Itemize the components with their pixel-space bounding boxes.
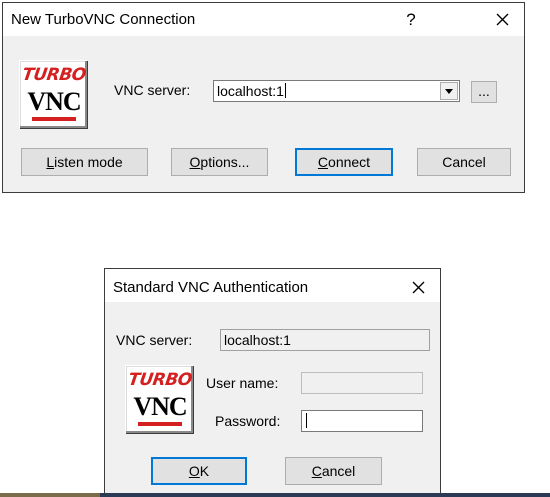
- cancel-button[interactable]: Cancel: [285, 457, 382, 485]
- connect-accel: C: [317, 154, 329, 170]
- options-accel: O: [189, 154, 201, 170]
- dropdown-button[interactable]: [440, 82, 458, 100]
- logo-text-turbo: TURBO: [126, 370, 194, 390]
- text-caret: [284, 83, 286, 98]
- browse-label: ...: [478, 83, 490, 99]
- listen-accel: L: [46, 154, 55, 170]
- dialog-title: Standard VNC Authentication: [113, 279, 309, 296]
- help-button[interactable]: ?: [388, 3, 434, 36]
- username-field[interactable]: [301, 372, 423, 394]
- password-label: Password:: [215, 413, 281, 429]
- close-icon: [496, 13, 508, 26]
- logo-underline: [138, 422, 182, 426]
- logo-text-turbo: TURBO: [20, 65, 88, 85]
- title-bar[interactable]: New TurboVNC Connection ?: [3, 3, 524, 36]
- vnc-server-value: localhost:1: [217, 83, 284, 99]
- close-button[interactable]: [395, 271, 441, 304]
- options-button[interactable]: Options...: [171, 148, 268, 176]
- vnc-server-combobox[interactable]: localhost:1: [213, 80, 460, 102]
- ok-label: K: [199, 463, 210, 479]
- listen-mode-button[interactable]: Listen mode: [21, 148, 148, 176]
- logo-text-vnc: VNC: [27, 87, 81, 116]
- vnc-server-value: localhost:1: [224, 332, 291, 348]
- logo-underline: [32, 117, 76, 121]
- options-label: ptions...: [200, 154, 250, 170]
- logo-text-vnc: VNC: [133, 392, 187, 421]
- connect-label: onnect: [328, 154, 371, 170]
- help-icon: ?: [406, 10, 416, 29]
- vnc-server-field: localhost:1: [220, 329, 430, 351]
- username-label: User name:: [206, 375, 279, 391]
- browse-button[interactable]: ...: [471, 81, 497, 103]
- title-bar[interactable]: Standard VNC Authentication: [105, 269, 440, 302]
- cancel-label: ancel: [321, 463, 356, 479]
- listen-label: isten mode: [54, 154, 123, 170]
- cancel-label: Cancel: [442, 154, 486, 170]
- vnc-server-label: VNC server:: [116, 332, 193, 348]
- close-icon: [412, 281, 424, 294]
- turbovnc-logo: TURBO VNC: [19, 60, 87, 128]
- cancel-accel: C: [311, 463, 322, 479]
- auth-dialog: Standard VNC Authentication VNC server: …: [104, 268, 441, 496]
- dialog-title: New TurboVNC Connection: [11, 11, 196, 28]
- text-caret: [306, 413, 307, 428]
- new-connection-dialog: New TurboVNC Connection ? TURBO VNC VNC …: [2, 2, 525, 193]
- taskbar-edge-accent: [0, 493, 100, 497]
- dropdown-arrow-icon: [445, 89, 453, 94]
- ok-button[interactable]: OK: [151, 457, 247, 485]
- vnc-server-label: VNC server:: [114, 82, 191, 98]
- connect-button[interactable]: Connect: [295, 148, 393, 176]
- password-field[interactable]: [301, 410, 423, 432]
- close-button[interactable]: [479, 3, 525, 36]
- turbovnc-logo: TURBO VNC: [125, 365, 193, 433]
- ok-accel: O: [188, 463, 200, 479]
- cancel-button[interactable]: Cancel: [417, 148, 511, 176]
